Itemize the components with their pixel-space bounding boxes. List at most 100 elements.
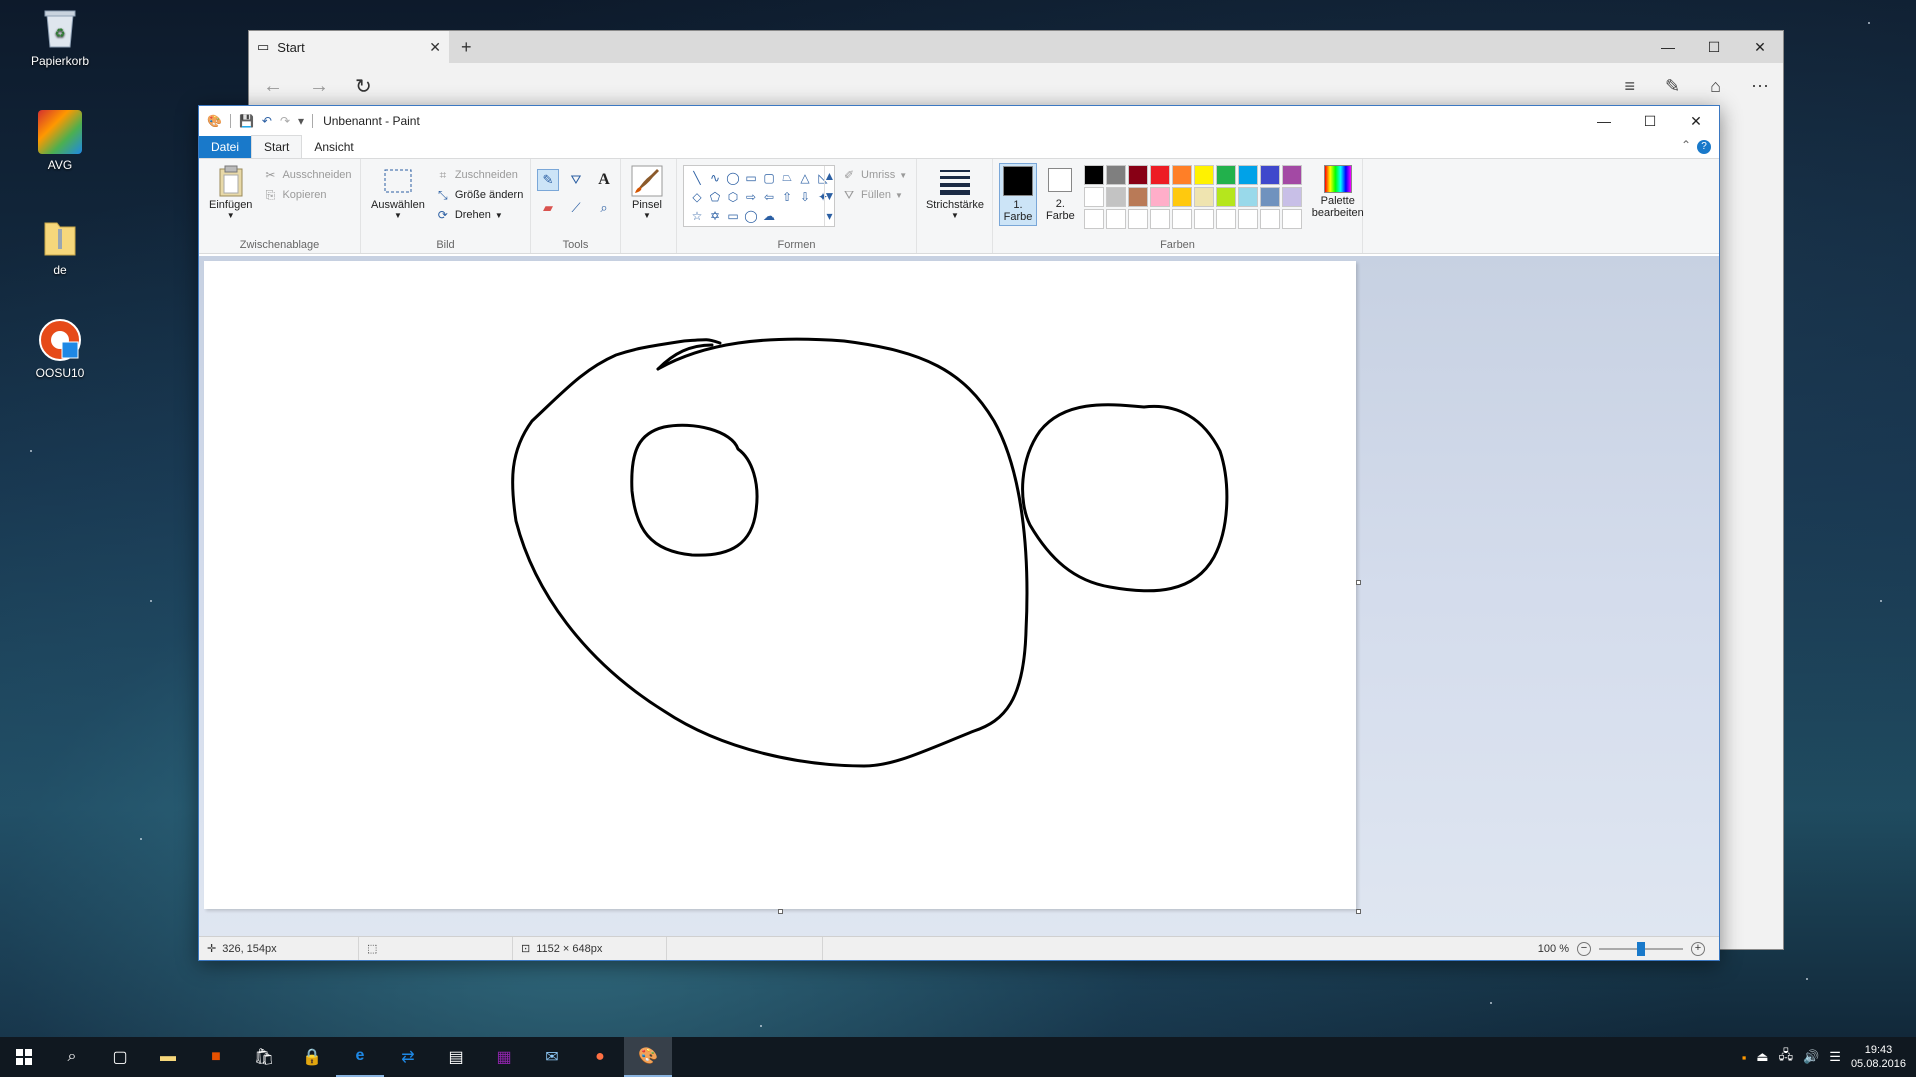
- web-note-icon[interactable]: ✎: [1665, 76, 1680, 97]
- paint-taskbar-icon[interactable]: 🎨: [624, 1037, 672, 1077]
- pentagon-shape-icon[interactable]: ⬠: [706, 187, 724, 206]
- clock[interactable]: 19:43 05.08.2016: [1851, 1043, 1906, 1071]
- zoom-in-button[interactable]: +: [1691, 941, 1705, 956]
- hub-icon[interactable]: ≡: [1625, 76, 1636, 97]
- close-button[interactable]: ✕: [1673, 106, 1719, 136]
- palette-color-swatch[interactable]: [1171, 165, 1192, 185]
- forward-icon[interactable]: →: [309, 75, 329, 98]
- thunderbird-icon[interactable]: ✉: [528, 1037, 576, 1077]
- palette-color-swatch[interactable]: [1149, 165, 1170, 185]
- eraser-icon[interactable]: ▰: [537, 197, 559, 219]
- copy-button[interactable]: ⎘ Kopieren: [262, 187, 351, 203]
- palette-color-swatch[interactable]: [1259, 209, 1280, 229]
- network-tray-icon[interactable]: 🖧: [1779, 1046, 1794, 1068]
- collapse-ribbon-icon[interactable]: ⌃: [1681, 138, 1691, 152]
- help-icon[interactable]: ?: [1697, 140, 1711, 154]
- edge-icon[interactable]: e: [336, 1037, 384, 1077]
- select-button[interactable]: Auswählen ▼: [367, 163, 429, 222]
- task-view-icon[interactable]: ▢: [96, 1037, 144, 1077]
- action-center-icon[interactable]: ☰: [1829, 1049, 1841, 1065]
- palette-color-swatch[interactable]: [1193, 165, 1214, 185]
- browser-tab[interactable]: ▭ Start ✕: [249, 31, 449, 63]
- color1-button[interactable]: 1. Farbe: [999, 163, 1037, 226]
- maximize-button[interactable]: ☐: [1627, 106, 1673, 136]
- color-picker-icon[interactable]: ⟋: [565, 197, 587, 219]
- palette-color-swatch[interactable]: [1215, 187, 1236, 207]
- oval-callout-icon[interactable]: ◯: [742, 206, 760, 225]
- palette-color-swatch[interactable]: [1193, 209, 1214, 229]
- fill-button[interactable]: ⛛ Füllen ▼: [841, 187, 907, 203]
- brushes-button[interactable]: Pinsel ▼: [627, 163, 667, 222]
- pencil-icon[interactable]: ✎: [537, 169, 559, 191]
- cloud-callout-icon[interactable]: ☁: [760, 206, 778, 225]
- palette-color-swatch[interactable]: [1259, 165, 1280, 185]
- palette-color-swatch[interactable]: [1281, 209, 1302, 229]
- palette-color-swatch[interactable]: [1105, 165, 1126, 185]
- scroll-down-icon[interactable]: ▼: [821, 187, 839, 206]
- rounded-rectangle-shape-icon[interactable]: ▢: [760, 168, 778, 187]
- palette-color-swatch[interactable]: [1149, 187, 1170, 207]
- palette-color-swatch[interactable]: [1281, 187, 1302, 207]
- file-explorer-icon[interactable]: ▬: [144, 1037, 192, 1077]
- zoom-slider[interactable]: [1599, 941, 1683, 956]
- curve-shape-icon[interactable]: ∿: [706, 168, 724, 187]
- resize-handle-bottom[interactable]: [778, 909, 783, 914]
- palette-color-swatch[interactable]: [1083, 187, 1104, 207]
- new-tab-button[interactable]: +: [461, 37, 472, 58]
- palette-color-swatch[interactable]: [1215, 165, 1236, 185]
- line-shape-icon[interactable]: ╲: [688, 168, 706, 187]
- five-point-star-icon[interactable]: ☆: [688, 206, 706, 225]
- zoom-out-button[interactable]: −: [1577, 941, 1591, 956]
- palette-color-swatch[interactable]: [1259, 187, 1280, 207]
- store-icon[interactable]: 🛍: [240, 1037, 288, 1077]
- desktop-icon-oosu10[interactable]: OOSU10: [20, 318, 100, 380]
- volume-tray-icon[interactable]: 🔊: [1803, 1049, 1819, 1065]
- shapes-scrollbar[interactable]: ▲ ▼ ▾: [824, 166, 835, 226]
- desktop-icon-recycle-bin[interactable]: ♻ Papierkorb: [20, 6, 100, 68]
- palette-color-swatch[interactable]: [1105, 209, 1126, 229]
- zoom-slider-thumb[interactable]: [1637, 941, 1645, 956]
- share-icon[interactable]: ⌂: [1710, 76, 1721, 97]
- firefox-icon[interactable]: ●: [576, 1037, 624, 1077]
- color2-button[interactable]: 2. Farbe: [1043, 163, 1078, 224]
- desktop-icon-de[interactable]: de: [20, 215, 100, 277]
- refresh-icon[interactable]: ↻: [355, 74, 372, 99]
- paint-app-icon[interactable]: 🎨: [207, 114, 222, 128]
- palette-color-swatch[interactable]: [1281, 165, 1302, 185]
- minimize-button[interactable]: —: [1645, 31, 1691, 63]
- cut-button[interactable]: ✂ Ausschneiden: [262, 167, 351, 183]
- more-icon[interactable]: ⋯: [1751, 76, 1769, 97]
- customize-toolbar-icon[interactable]: ▾: [298, 114, 304, 128]
- start-button[interactable]: [0, 1037, 48, 1077]
- resize-handle-right[interactable]: [1356, 580, 1361, 585]
- diamond-shape-icon[interactable]: ◇: [688, 187, 706, 206]
- text-tool-icon[interactable]: A: [593, 169, 615, 191]
- security-app-icon[interactable]: 🔒: [288, 1037, 336, 1077]
- usb-tray-icon[interactable]: ⏏: [1756, 1049, 1768, 1065]
- office-app-icon[interactable]: ■: [192, 1037, 240, 1077]
- palette-color-swatch[interactable]: [1105, 187, 1126, 207]
- scroll-up-icon[interactable]: ▲: [821, 167, 839, 186]
- drawing-canvas[interactable]: [204, 261, 1356, 909]
- up-arrow-shape-icon[interactable]: ⇧: [778, 187, 796, 206]
- search-icon[interactable]: ⌕: [48, 1037, 96, 1077]
- teamviewer-icon[interactable]: ⇄: [384, 1037, 432, 1077]
- rotate-button[interactable]: ⟳ Drehen ▼: [435, 207, 523, 223]
- resize-handle-corner[interactable]: [1356, 909, 1361, 914]
- resize-button[interactable]: ⤡ Größe ändern: [435, 187, 523, 203]
- rectangle-shape-icon[interactable]: ▭: [742, 168, 760, 187]
- expand-icon[interactable]: ▾: [821, 207, 839, 226]
- paste-button[interactable]: Einfügen ▼: [205, 163, 256, 222]
- palette-color-swatch[interactable]: [1083, 209, 1104, 229]
- fill-bucket-icon[interactable]: ⛛: [565, 169, 587, 191]
- tab-home[interactable]: Start: [251, 135, 303, 158]
- polygon-shape-icon[interactable]: ⏢: [778, 168, 796, 187]
- magnifier-icon[interactable]: ⌕: [593, 197, 615, 219]
- outline-button[interactable]: ✐ Umriss ▼: [841, 167, 907, 183]
- avg-tray-icon[interactable]: ▪: [1742, 1050, 1747, 1065]
- back-icon[interactable]: ←: [263, 75, 283, 98]
- right-arrow-shape-icon[interactable]: ⇨: [742, 187, 760, 206]
- palette-color-swatch[interactable]: [1215, 209, 1236, 229]
- minimize-button[interactable]: —: [1581, 106, 1627, 136]
- redo-icon[interactable]: ↷: [280, 114, 290, 128]
